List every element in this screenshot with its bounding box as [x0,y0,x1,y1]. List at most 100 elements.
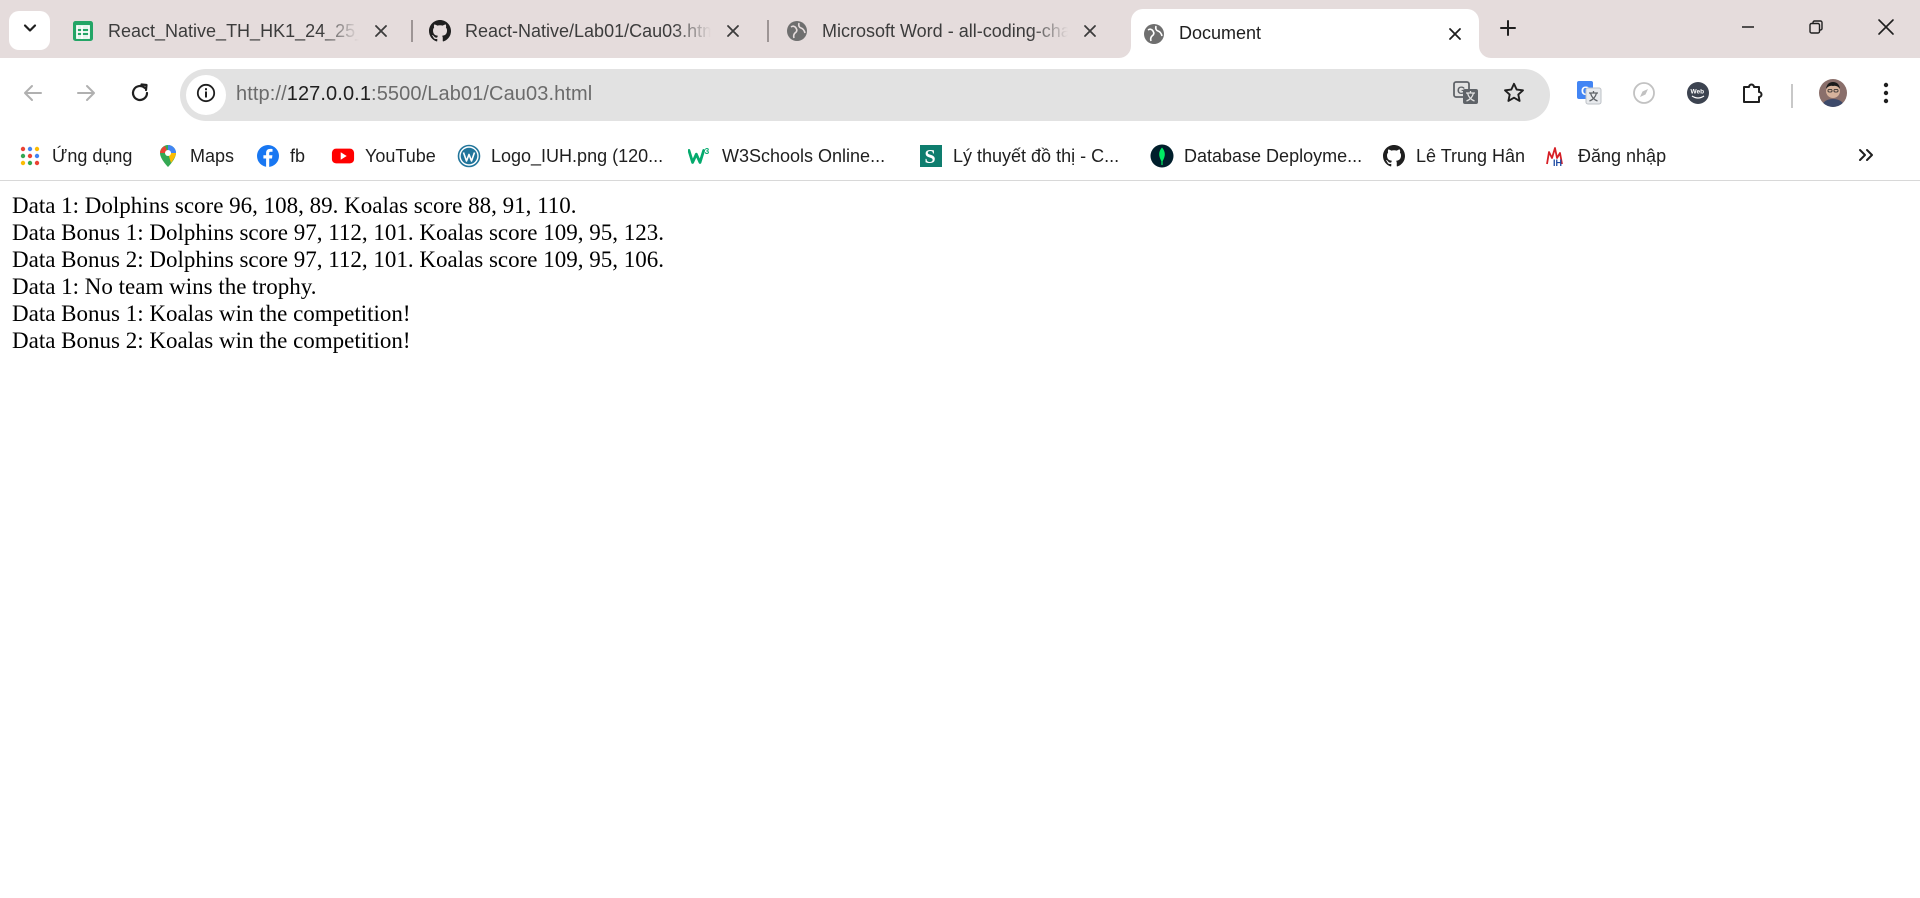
google-sheets-icon [72,20,94,42]
back-button[interactable] [13,75,53,115]
bookmark-database-deployment[interactable]: Database Deployme... [1150,138,1362,174]
output-line: Data 1: Dolphins score 96, 108, 89. Koal… [12,193,577,218]
more-vertical-icon [1882,81,1890,110]
compass-icon [1631,80,1657,111]
close-icon [1877,18,1895,41]
output-line: Data Bonus 1: Dolphins score 97, 112, 10… [12,220,665,245]
bookmark-label: Lý thuyết đồ thị - C... [953,145,1120,166]
iuh-logo-icon: IH [1544,144,1568,168]
output-line: Data Bonus 1: Koalas win the competition… [12,301,411,326]
bookmark-label: Database Deployme... [1184,145,1363,166]
bookmark-label: Lê Trung Hân [1416,145,1526,166]
tab-search-button[interactable] [9,11,50,50]
svg-text:Web: Web [1691,88,1705,95]
tab-document[interactable]: Document [1131,9,1479,58]
chrome-menu-button[interactable] [1867,76,1905,114]
browser-toolbar: http://127.0.0.1:5500/Lab01/Cau03.html G… [0,58,1920,132]
chevron-double-right-icon [1857,146,1875,169]
apps-grid-icon [18,144,42,168]
bookmark-label: Ứng dụng [52,145,133,166]
bookmark-fb[interactable]: fb [256,138,305,174]
tab-strip: React_Native_TH_HK1_24_25_T2 React-Nativ… [0,0,1920,58]
google-translate-icon: G [1452,79,1480,112]
close-window-button[interactable] [1852,0,1920,58]
globe-icon [786,20,808,42]
star-icon [1502,81,1526,110]
bookmark-label: fb [290,145,306,166]
compass-extension[interactable] [1625,76,1663,114]
tab-separator [411,20,413,42]
mongodb-leaf-icon [1150,144,1174,168]
facebook-icon [256,144,280,168]
google-translate-icon: G [1575,79,1603,112]
web-extension[interactable]: Web [1679,76,1717,114]
url-host: 127.0.0.1 [286,83,372,105]
tab-title: Microsoft Word - all-coding-cha [822,20,1068,41]
bookmark-youtube[interactable]: YouTube [331,138,436,174]
bookmark-ly-thuyet-do-thi[interactable]: S Lý thuyết đồ thị - C... [919,138,1119,174]
bookmark-le-trung-han[interactable]: Lê Trung Hân [1382,138,1525,174]
restore-button[interactable] [1782,0,1850,58]
restore-icon [1808,19,1824,40]
bookmark-label: Maps [190,145,235,166]
new-tab-button[interactable] [1490,12,1526,48]
tab-microsoft-word[interactable]: Microsoft Word - all-coding-cha [774,10,1114,52]
svg-text:S: S [925,146,936,168]
reload-button[interactable] [120,75,160,115]
svg-text:IH: IH [1553,158,1562,168]
chevron-down-icon [22,20,38,41]
tab-react-native-sheet[interactable]: React_Native_TH_HK1_24_25_T2 [60,10,405,52]
bookmarks-bar: Ứng dụng Maps fb YouTube Logo_IUH.png (1… [0,132,1920,181]
output-line: Data Bonus 2: Dolphins score 97, 112, 10… [12,247,665,272]
tab-title: Document [1179,23,1262,43]
youtube-icon [331,144,355,168]
bookmark-apps[interactable]: Ứng dụng [18,138,132,174]
close-tab-icon[interactable] [1076,17,1104,45]
arrow-left-icon [22,82,44,109]
avatar [1818,78,1848,113]
url-path: :5500/Lab01/Cau03.html [371,83,593,105]
minimize-button[interactable] [1714,0,1782,58]
bookmark-maps[interactable]: Maps [156,138,234,174]
bookmark-star-button[interactable] [1496,77,1532,113]
tab-separator [767,20,769,42]
close-tab-icon[interactable] [367,17,395,45]
site-info-button[interactable] [186,75,226,115]
google-maps-icon [156,144,180,168]
toolbar-separator [1791,84,1793,108]
url-prefix: http:// [236,83,287,105]
address-bar[interactable]: http://127.0.0.1:5500/Lab01/Cau03.html G [180,69,1550,121]
bookmarks-overflow-button[interactable] [1846,140,1886,174]
bookmark-w3schools[interactable]: 3 W3Schools Online... [688,138,885,174]
globe-icon [1143,23,1165,45]
close-tab-icon[interactable] [719,17,747,45]
bookmark-logo-iuh[interactable]: Logo_IUH.png (120... [457,138,663,174]
tab-title: React_Native_TH_HK1_24_25_T2 [108,20,359,41]
bookmark-dang-nhap[interactable]: IH Đăng nhập [1544,138,1666,174]
tab-github-cau03[interactable]: React-Native/Lab01/Cau03.html [417,10,757,52]
plus-icon [1499,19,1517,42]
bookmark-label: Logo_IUH.png (120... [491,145,664,166]
output-line: Data 1: No team wins the trophy. [12,274,317,299]
url-text[interactable]: http://127.0.0.1:5500/Lab01/Cau03.html [236,83,592,106]
close-tab-icon[interactable] [1441,20,1469,48]
arrow-right-icon [75,82,97,109]
minimize-icon [1740,19,1756,40]
s-logo-icon: S [919,144,943,168]
wordpress-icon [457,144,481,168]
web-badge-icon: Web [1684,79,1712,112]
forward-button[interactable] [66,75,106,115]
svg-text:3: 3 [705,146,710,156]
extensions-button[interactable] [1734,76,1772,114]
bookmark-label: YouTube [365,145,436,166]
translate-button[interactable]: G [1448,77,1484,113]
page-content: Data 1: Dolphins score 96, 108, 89. Koal… [0,182,1920,898]
google-translate-extension[interactable]: G [1570,76,1608,114]
reload-icon [129,82,151,109]
github-icon [429,20,451,42]
bookmark-label: Đăng nhập [1578,145,1667,166]
tab-title: React-Native/Lab01/Cau03.html [465,20,711,41]
output-line: Data Bonus 2: Koalas win the competition… [12,328,411,353]
profile-avatar-button[interactable] [1814,76,1852,114]
puzzle-icon [1740,80,1766,111]
